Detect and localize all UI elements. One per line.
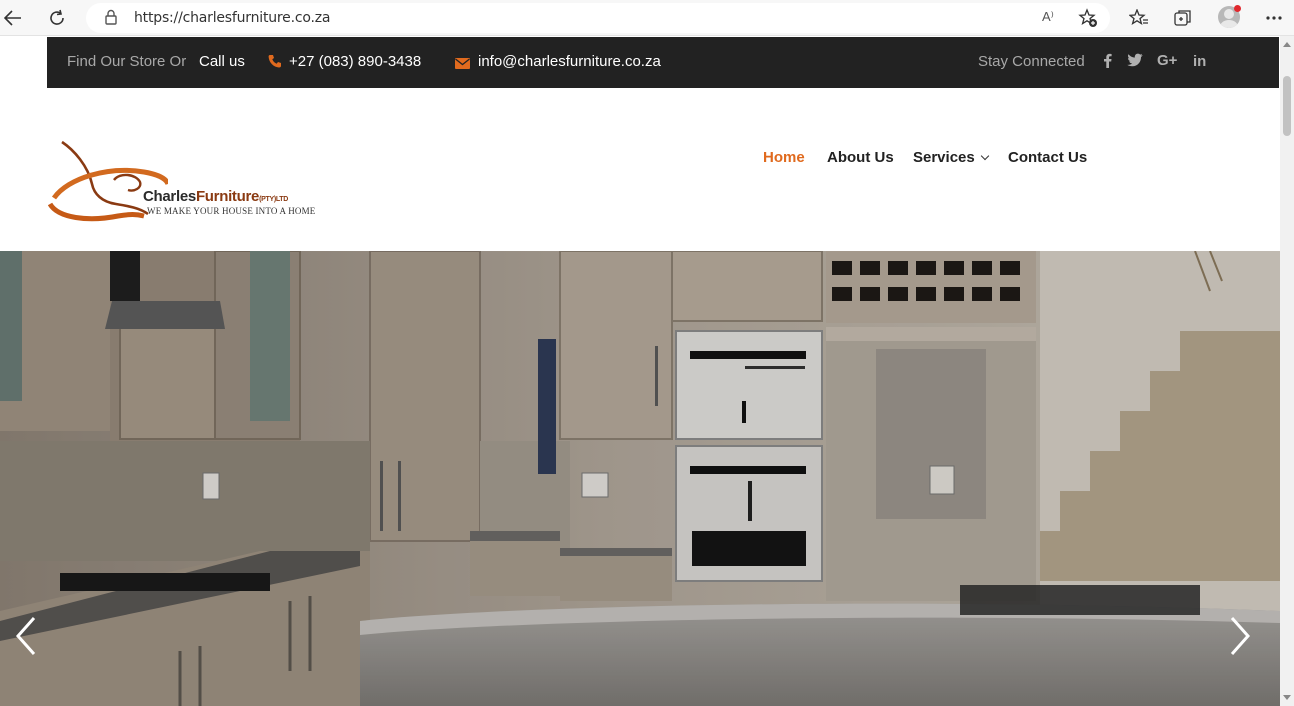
call-us-link[interactable]: Call us xyxy=(199,53,245,70)
back-icon[interactable] xyxy=(0,5,26,31)
read-aloud-icon[interactable]: A⁾ xyxy=(1042,9,1054,25)
favorites-icon[interactable] xyxy=(1127,6,1151,30)
notification-dot xyxy=(1234,5,1241,12)
mail-icon xyxy=(455,56,470,73)
kitchen-photo xyxy=(0,251,1280,706)
scroll-down-arrow[interactable] xyxy=(1283,695,1291,700)
twitter-icon[interactable] xyxy=(1127,53,1143,71)
more-icon[interactable] xyxy=(1262,6,1286,30)
hero-slider xyxy=(0,251,1280,706)
nav-services-label: Services xyxy=(913,149,975,166)
chevron-down-icon xyxy=(980,151,989,161)
phone-number[interactable]: +27 (083) 890-3438 xyxy=(289,53,421,70)
logo-brand-furniture: Furniture xyxy=(195,188,260,205)
stay-connected-label: Stay Connected xyxy=(978,53,1085,70)
logo-pty: (PTY)LTD xyxy=(259,196,289,203)
scroll-thumb[interactable] xyxy=(1283,76,1291,136)
nav-contact-us[interactable]: Contact Us xyxy=(1008,149,1087,166)
scroll-up-arrow[interactable] xyxy=(1283,42,1291,47)
email-address[interactable]: info@charlesfurniture.co.za xyxy=(478,53,661,70)
logo-brand-charles: Charles xyxy=(143,188,196,205)
nav-home[interactable]: Home xyxy=(763,149,805,166)
phone-icon xyxy=(268,54,281,72)
url-text[interactable]: https://charlesfurniture.co.za xyxy=(134,10,330,26)
nav-about-us[interactable]: About Us xyxy=(827,149,894,166)
add-favorite-icon[interactable] xyxy=(1078,8,1098,33)
web-page: Find Our Store Or Call us +27 (083) 890-… xyxy=(0,36,1280,706)
lock-icon[interactable] xyxy=(104,9,118,30)
nav-services[interactable]: Services xyxy=(913,149,989,166)
logo-brand: CharlesFurniture(PTY)LTD xyxy=(143,188,288,205)
refresh-icon[interactable] xyxy=(44,5,70,31)
site-logo[interactable]: CharlesFurniture(PTY)LTD WE MAKE YOUR HO… xyxy=(48,136,328,226)
top-contact-bar: Find Our Store Or Call us +27 (083) 890-… xyxy=(47,37,1279,88)
browser-toolbar: https://charlesfurniture.co.za A⁾ xyxy=(0,0,1294,36)
collections-icon[interactable] xyxy=(1171,6,1195,30)
logo-tagline: WE MAKE YOUR HOUSE INTO A HOME xyxy=(147,206,316,216)
chevron-left-icon[interactable] xyxy=(14,616,38,656)
page-scrollbar[interactable] xyxy=(1280,36,1294,706)
address-bar[interactable]: https://charlesfurniture.co.za A⁾ xyxy=(86,3,1110,33)
google-plus-icon[interactable]: G+ xyxy=(1157,52,1177,69)
facebook-icon[interactable] xyxy=(1103,53,1112,72)
linkedin-icon[interactable]: in xyxy=(1193,53,1206,70)
find-store-text: Find Our Store Or xyxy=(67,53,187,70)
chevron-right-icon[interactable] xyxy=(1228,616,1252,656)
